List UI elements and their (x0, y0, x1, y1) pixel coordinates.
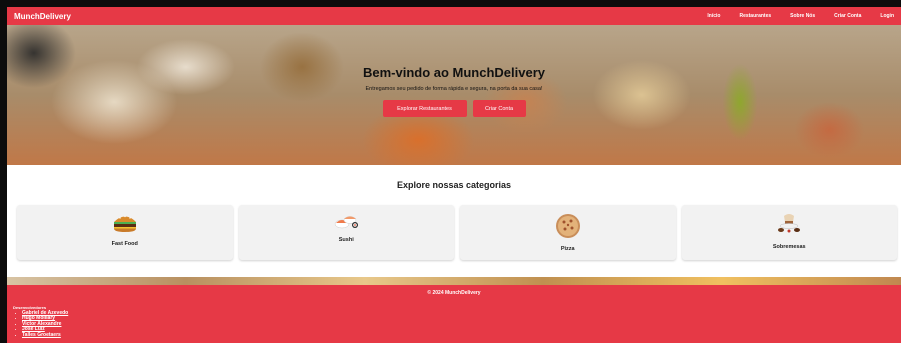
nav-link-inicio[interactable]: Início (707, 13, 720, 19)
nav-link-restaurantes[interactable]: Restaurantes (739, 13, 771, 19)
create-account-button[interactable]: Criar Conta (472, 100, 526, 117)
sushi-icon (332, 211, 360, 234)
background-strip (7, 277, 901, 285)
list-item: Talles Groetaers (15, 332, 68, 338)
category-label: Pizza (560, 246, 575, 252)
category-card-sobremesas[interactable]: Sobremesas (681, 205, 897, 260)
hero-title: Bem-vindo ao MunchDelivery (362, 65, 546, 80)
navbar: MunchDelivery Início Restaurantes Sobre … (7, 7, 901, 25)
category-cards: Fast Food Sushi Pizza Sobremesas (17, 205, 897, 260)
pizza-icon (555, 213, 581, 242)
category-card-fast-food[interactable]: Fast Food (17, 205, 233, 260)
categories-title: Explore nossas categorias (396, 180, 512, 190)
burger-icon (112, 213, 138, 236)
category-label: Fast Food (111, 241, 138, 247)
nav-link-sobre-nos[interactable]: Sobre Nós (790, 13, 815, 19)
categories-section: Explore nossas categorias Fast Food Sush… (7, 165, 901, 277)
category-label: Sushi (338, 237, 354, 243)
nav-link-criar-conta[interactable]: Criar Conta (834, 13, 861, 19)
category-card-pizza[interactable]: Pizza (460, 205, 676, 260)
brand-logo[interactable]: MunchDelivery (14, 12, 71, 21)
category-label: Sobremesas (772, 244, 806, 250)
footer: © 2024 MunchDelivery Desenvolvedores Gab… (7, 285, 901, 343)
developer-link[interactable]: Talles Groetaers (22, 332, 61, 338)
hero-buttons: Explorar Restaurantes Criar Conta (7, 100, 901, 117)
nav-link-login[interactable]: Login (880, 13, 894, 19)
copyright-text: © 2024 MunchDelivery (427, 290, 481, 296)
hero-subtitle: Entregamos seu pedido de forma rápida e … (365, 86, 543, 92)
nav-links: Início Restaurantes Sobre Nós Criar Cont… (688, 13, 894, 19)
developers-list: Desenvolvedores Gabriel de Azevedo Hugo … (13, 305, 68, 338)
browser-page: MunchDelivery Início Restaurantes Sobre … (7, 7, 901, 343)
hero-content: Bem-vindo ao MunchDelivery Entregamos se… (7, 65, 901, 117)
hero-banner: Bem-vindo ao MunchDelivery Entregamos se… (7, 25, 901, 165)
dessert-icon (776, 212, 802, 237)
category-card-sushi[interactable]: Sushi (238, 205, 454, 260)
explore-restaurants-button[interactable]: Explorar Restaurantes (382, 100, 467, 117)
